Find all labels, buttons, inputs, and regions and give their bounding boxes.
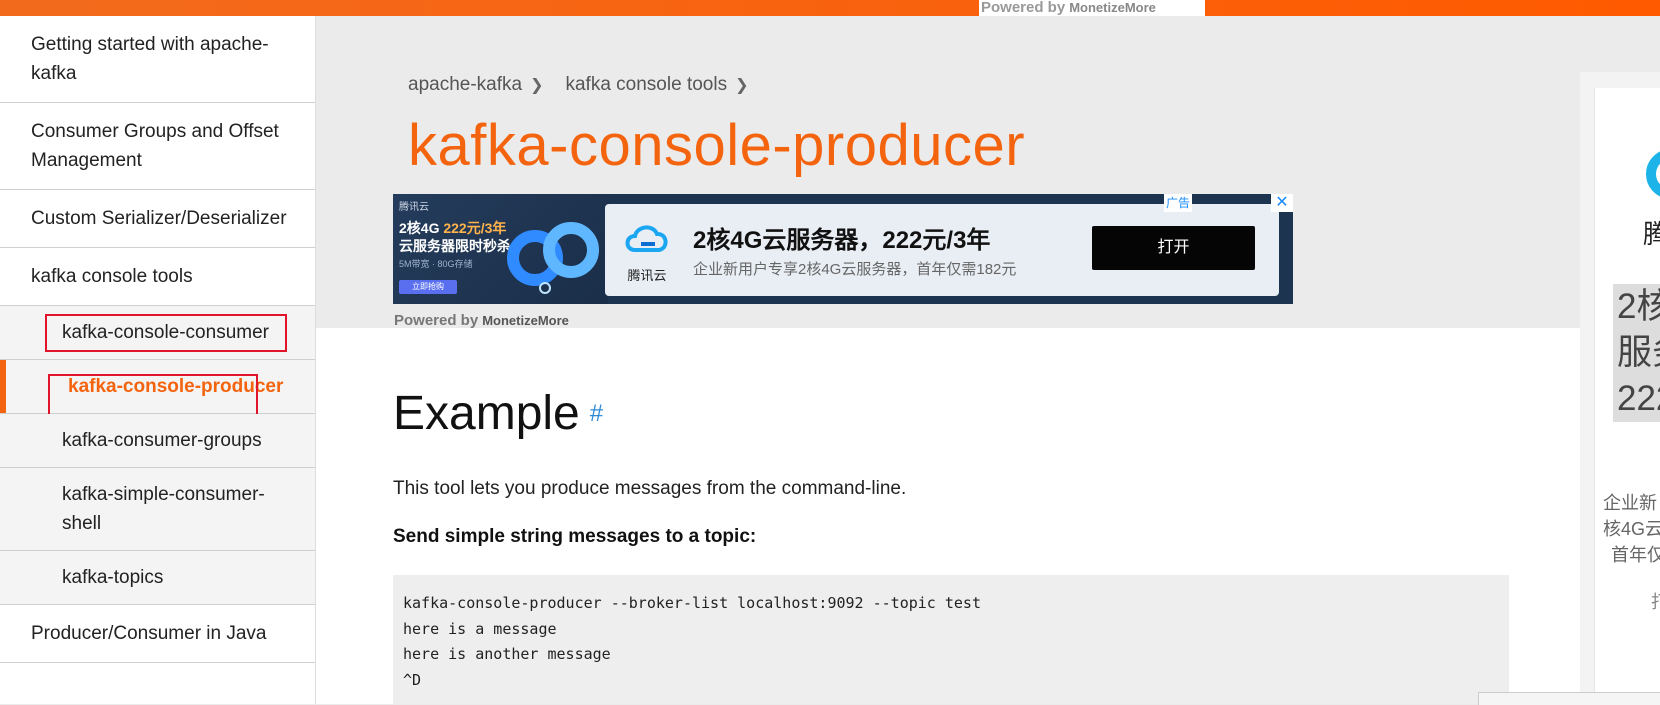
chevron-right-icon: ❯ xyxy=(735,77,749,94)
ad-description: 企业新用户专享2核4G云服务器，首年仅需182元 xyxy=(693,261,1017,278)
top-orange-bar xyxy=(0,0,1660,16)
sidebar-item-kafka-console-consumer[interactable]: kafka-console-consumer xyxy=(0,306,315,360)
sidebar-item-label: Consumer Groups and Offset Management xyxy=(31,121,279,171)
ad-banner[interactable]: 腾讯云 2核4G 222元/3年 云服务器限时秒杀 5M带宽 · 80G存储 立… xyxy=(393,194,1293,304)
sidebar-item-custom-serializer[interactable]: Custom Serializer/Deserializer xyxy=(0,190,315,248)
close-icon[interactable]: ✕ xyxy=(1271,194,1293,212)
ad-card[interactable]: 腾讯云 2核4G云服务器，222元/3年 企业新用户专享2核4G云服务器，首年仅… xyxy=(605,204,1279,296)
sidebar-item-label: kafka-simple-consumer-shell xyxy=(62,484,265,534)
code-block: kafka-console-producer --broker-list loc… xyxy=(393,575,1509,704)
powered-by-top-banner[interactable]: Powered by MonetizeMore xyxy=(979,0,1205,16)
sidebar-item-kafka-console-tools[interactable]: kafka console tools xyxy=(0,248,315,306)
right-ad-card[interactable]: 腾 2核 服务 222 企业新 核4G云 首年仅 打 xyxy=(1594,88,1660,704)
powered-by-label: Powered by xyxy=(394,312,479,329)
chevron-right-icon: ❯ xyxy=(530,77,544,94)
ad-headline: 2核4G云服务器，222元/3年 xyxy=(693,227,991,254)
sidebar-item-kafka-console-producer[interactable]: kafka-console-producer xyxy=(0,360,315,430)
sidebar-item-label: kafka-consumer-groups xyxy=(62,430,262,451)
bottom-floating-bar[interactable] xyxy=(1478,692,1660,705)
intro-paragraph: This tool lets you produce messages from… xyxy=(393,478,907,499)
tencent-cloud-icon xyxy=(1646,151,1660,197)
page-title: kafka-console-producer xyxy=(408,113,1026,178)
ad-left-line1-a: 2核4G xyxy=(399,220,444,236)
ad-logo-text: 腾讯云 xyxy=(627,268,667,283)
sidebar-item-kafka-consumer-groups[interactable]: kafka-consumer-groups xyxy=(0,414,315,468)
ad-left-line2: 云服务器限时秒杀 xyxy=(399,238,511,254)
ad-left-line3: 5M带宽 · 80G存储 xyxy=(399,259,473,269)
ad-open-button[interactable]: 打开 xyxy=(1092,226,1255,270)
ad-small-brand: 腾讯云 xyxy=(399,202,429,213)
sidebar-item-label: Getting started with apache-kafka xyxy=(31,34,269,84)
sidebar-item-label: Custom Serializer/Deserializer xyxy=(31,208,287,229)
sidebar-item-producer-consumer-java[interactable]: Producer/Consumer in Java xyxy=(0,605,315,663)
example-heading-text: Example xyxy=(393,387,580,440)
right-ad-desc-line1: 企业新 xyxy=(1603,493,1657,513)
ad-left-cta-button[interactable]: 立即抢购 xyxy=(399,280,457,294)
subheading: Send simple string messages to a topic: xyxy=(393,526,757,547)
sidebar-nav: Getting started with apache-kafka Consum… xyxy=(0,16,316,704)
ad-left-panel[interactable]: 腾讯云 2核4G 222元/3年 云服务器限时秒杀 5M带宽 · 80G存储 立… xyxy=(393,194,608,304)
right-ad-description: 企业新 核4G云 首年仅 xyxy=(1603,490,1660,568)
cloud-infinity-icon xyxy=(507,222,599,294)
right-ad-desc-line2: 核4G云 xyxy=(1603,519,1660,539)
right-ad-button[interactable]: 打 xyxy=(1651,588,1660,614)
powered-by-ad[interactable]: Powered by MonetizeMore xyxy=(394,312,569,329)
highlight-box xyxy=(45,314,287,352)
sidebar-item-getting-started[interactable]: Getting started with apache-kafka xyxy=(0,16,315,103)
anchor-link[interactable]: # xyxy=(590,400,603,427)
ad-left-line1-b: 222元/3年 xyxy=(443,220,507,236)
right-ad-headline: 2核 服务 222 xyxy=(1613,284,1660,422)
sidebar-item-kafka-simple-consumer-shell[interactable]: kafka-simple-consumer-shell xyxy=(0,468,315,551)
ad-left-line1: 2核4G 222元/3年 xyxy=(399,218,506,238)
monetizemore-brand: MonetizeMore xyxy=(1069,0,1156,15)
breadcrumb: apache-kafka ❯ kafka console tools ❯ xyxy=(408,74,770,96)
ad-choices-label[interactable]: 广告 xyxy=(1164,194,1193,212)
right-ad-headline-line3: 222 xyxy=(1613,376,1660,422)
tencent-cloud-icon xyxy=(625,225,668,252)
sidebar-item-label: Producer/Consumer in Java xyxy=(31,623,267,644)
powered-by-label: Powered by xyxy=(981,0,1066,16)
right-ad-headline-line2: 服务 xyxy=(1613,330,1660,376)
breadcrumb-link-kafka-console-tools[interactable]: kafka console tools xyxy=(565,74,727,96)
right-ad-desc-line3: 首年仅 xyxy=(1611,545,1660,565)
monetizemore-brand: MonetizeMore xyxy=(482,313,569,328)
right-ad-brand: 腾 xyxy=(1643,214,1660,251)
example-heading: Example # xyxy=(393,386,603,441)
breadcrumb-link-apache-kafka[interactable]: apache-kafka xyxy=(408,74,522,96)
sidebar-item-kafka-topics[interactable]: kafka-topics xyxy=(0,551,315,605)
ad-logo: 腾讯云 xyxy=(621,218,673,288)
sidebar-item-consumer-groups[interactable]: Consumer Groups and Offset Management xyxy=(0,103,315,190)
sidebar-item-label: kafka-topics xyxy=(62,567,164,588)
right-ad-headline-line1: 2核 xyxy=(1613,284,1660,330)
main-content: apache-kafka ❯ kafka console tools ❯ kaf… xyxy=(316,16,1580,704)
sidebar-item-label: kafka console tools xyxy=(31,266,193,287)
